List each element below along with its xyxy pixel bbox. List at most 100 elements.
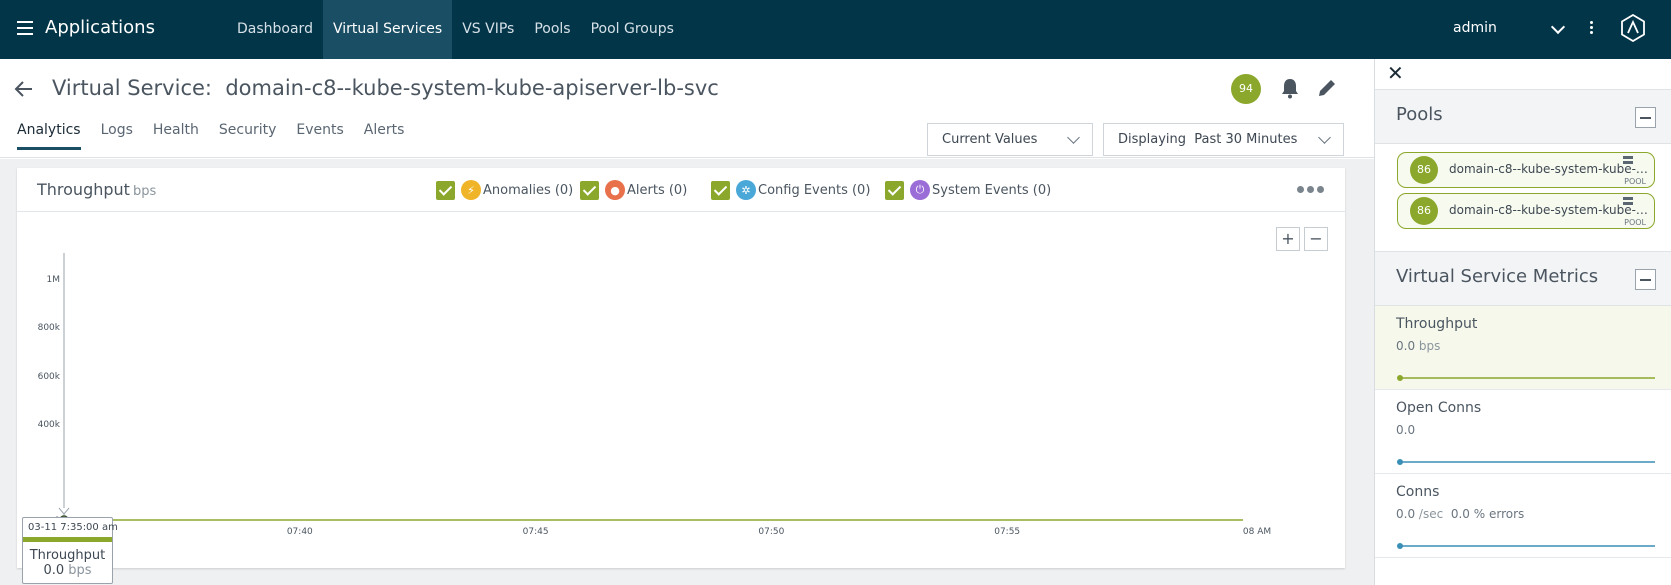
collapse-pools-button[interactable] — [1635, 107, 1656, 128]
metrics-section-title: Virtual Service Metrics — [1396, 266, 1599, 287]
pool-item[interactable]: 86 domain-c8--kube-system-kube-apiserver… — [1397, 193, 1655, 229]
time-range-select[interactable]: Displaying Past 30 Minutes — [1103, 123, 1344, 156]
server-stack-icon — [1623, 156, 1633, 164]
nav-dashboard[interactable]: Dashboard — [227, 0, 323, 59]
tabs-divider — [0, 157, 1374, 158]
tab-logs[interactable]: Logs — [101, 122, 133, 150]
user-menu[interactable]: admin — [1453, 20, 1497, 36]
chevron-down-icon — [1067, 131, 1080, 144]
pool-health-score: 86 — [1410, 197, 1438, 225]
metric-throughput[interactable]: Throughput 0.0 bps — [1375, 306, 1671, 390]
nav-pool-groups[interactable]: Pool Groups — [581, 0, 684, 59]
gear-icon: ✲ — [736, 180, 756, 200]
legend-config-events-label: Config Events (0) — [758, 182, 871, 198]
back-arrow-icon[interactable] — [14, 79, 34, 105]
lightning-icon: ⚡ — [461, 180, 481, 200]
checkbox-checked-icon[interactable] — [436, 180, 455, 200]
metric-value-unit: bps — [1418, 339, 1441, 353]
legend-alerts[interactable]: ● Alerts (0) — [580, 180, 687, 200]
checkbox-checked-icon[interactable] — [580, 180, 599, 200]
open-conns-sparkline — [1397, 459, 1655, 465]
tab-events[interactable]: Events — [296, 122, 343, 150]
page-title: Virtual Service: domain-c8--kube-system-… — [52, 76, 719, 100]
tab-alerts[interactable]: Alerts — [364, 122, 405, 150]
checkbox-checked-icon[interactable] — [711, 180, 730, 200]
nav-vs-vips[interactable]: VS VIPs — [452, 0, 524, 59]
legend-config-events[interactable]: ✲ Config Events (0) — [711, 180, 870, 200]
tab-security[interactable]: Security — [219, 122, 277, 150]
health-score-badge[interactable]: 94 — [1231, 74, 1261, 104]
metric-name: Throughput — [1396, 316, 1478, 332]
hamburger-menu-icon[interactable] — [17, 21, 33, 35]
y-tick-label: 600k — [38, 372, 61, 382]
throughput-chart[interactable]: 0400k600k800k1M07:3507:4007:4507:5007:55… — [17, 212, 1345, 568]
time-range-label: Displaying Past 30 Minutes — [1118, 132, 1298, 147]
values-select-label: Current Values — [942, 132, 1038, 147]
metric-value-number: 0.0 — [1396, 423, 1416, 437]
close-icon[interactable]: ✕ — [1387, 61, 1404, 85]
pool-tag: POOL — [1624, 218, 1646, 227]
pool-health-score: 86 — [1410, 156, 1438, 184]
pool-name: domain-c8--kube-system-kube-apiserver-lb… — [1449, 203, 1649, 217]
metric-errors: 0.0 % errors — [1450, 507, 1525, 521]
app-title[interactable]: Applications — [45, 17, 155, 38]
legend-anomalies[interactable]: ⚡ Anomalies (0) — [436, 180, 573, 200]
chart-title: Throughput bps — [37, 180, 156, 199]
more-options-icon[interactable] — [1297, 186, 1327, 193]
chart-title-unit: bps — [132, 184, 157, 199]
pool-tag: POOL — [1624, 177, 1646, 186]
power-icon: ⏻ — [910, 180, 930, 200]
metric-value-number: 0.0 — [1396, 339, 1416, 353]
throughput-sparkline — [1397, 375, 1655, 381]
right-sidebar: ✕ Pools 86 domain-c8--kube-system-kube-a… — [1374, 59, 1671, 585]
y-tick-label: 400k — [38, 420, 61, 430]
page-title-prefix: Virtual Service: — [52, 76, 212, 100]
server-stack-icon — [1623, 197, 1633, 205]
y-tick-label: 800k — [38, 323, 61, 333]
nav-pools[interactable]: Pools — [524, 0, 580, 59]
chart-tooltip: 03-11 7:35:00 am Throughput 0.0 bps — [22, 517, 118, 584]
collapse-metrics-button[interactable] — [1635, 269, 1656, 290]
legend-anomalies-label: Anomalies (0) — [483, 182, 574, 198]
metric-value-unit: /sec — [1418, 507, 1444, 521]
conns-sparkline — [1397, 543, 1655, 549]
kebab-menu-icon[interactable] — [1590, 21, 1594, 37]
metric-value-number: 0.0 — [1396, 507, 1416, 521]
edit-pencil-icon[interactable] — [1316, 77, 1338, 99]
pools-section-title: Pools — [1396, 104, 1443, 125]
metric-conns[interactable]: Conns 0.0 /sec 0.0 % errors — [1375, 474, 1671, 558]
x-tick-label: 07:45 — [523, 527, 549, 537]
tooltip-value-unit: bps — [68, 563, 92, 578]
nav-virtual-services[interactable]: Virtual Services — [322, 0, 453, 59]
avi-logo-icon[interactable] — [1620, 14, 1646, 42]
throughput-chart-card: Throughput bps ⚡ Anomalies (0) ● Alerts (… — [17, 168, 1345, 584]
tooltip-pointer — [58, 507, 70, 515]
bell-icon[interactable] — [1280, 77, 1300, 99]
main-nav: Dashboard Virtual Services VS VIPs Pools… — [227, 0, 684, 59]
values-select[interactable]: Current Values — [927, 123, 1093, 156]
tab-health[interactable]: Health — [153, 122, 199, 150]
bell-alert-icon: ● — [605, 180, 625, 200]
tooltip-time: 03-11 7:35:00 am — [23, 518, 118, 542]
metric-open-conns[interactable]: Open Conns 0.0 — [1375, 390, 1671, 474]
x-tick-label: 07:55 — [994, 527, 1020, 537]
x-tick-label: 07:50 — [758, 527, 784, 537]
main-panel: Virtual Service: domain-c8--kube-system-… — [0, 59, 1374, 585]
legend-system-events[interactable]: ⏻ System Events (0) — [885, 180, 1051, 200]
checkbox-checked-icon[interactable] — [885, 180, 904, 200]
vs-name: domain-c8--kube-system-kube-apiserver-lb… — [225, 76, 719, 100]
y-tick-label: 1M — [47, 275, 61, 285]
top-navbar: Applications Dashboard Virtual Services … — [0, 0, 1671, 59]
metric-value: 0.0 — [1396, 423, 1415, 437]
chevron-down-icon[interactable] — [1550, 19, 1566, 35]
metric-name: Open Conns — [1396, 400, 1482, 416]
chevron-down-icon — [1318, 131, 1331, 144]
pool-name: domain-c8--kube-system-kube-apiserver-lb… — [1449, 162, 1649, 176]
tab-analytics[interactable]: Analytics — [17, 122, 81, 150]
pool-item[interactable]: 86 domain-c8--kube-system-kube-apiserver… — [1397, 152, 1655, 188]
metric-value: 0.0 bps — [1396, 339, 1440, 353]
legend-alerts-label: Alerts (0) — [627, 182, 688, 198]
pools-section-header: Pools — [1375, 89, 1671, 144]
legend-system-events-label: System Events (0) — [932, 182, 1052, 198]
tooltip-value-number: 0.0 — [43, 563, 65, 578]
